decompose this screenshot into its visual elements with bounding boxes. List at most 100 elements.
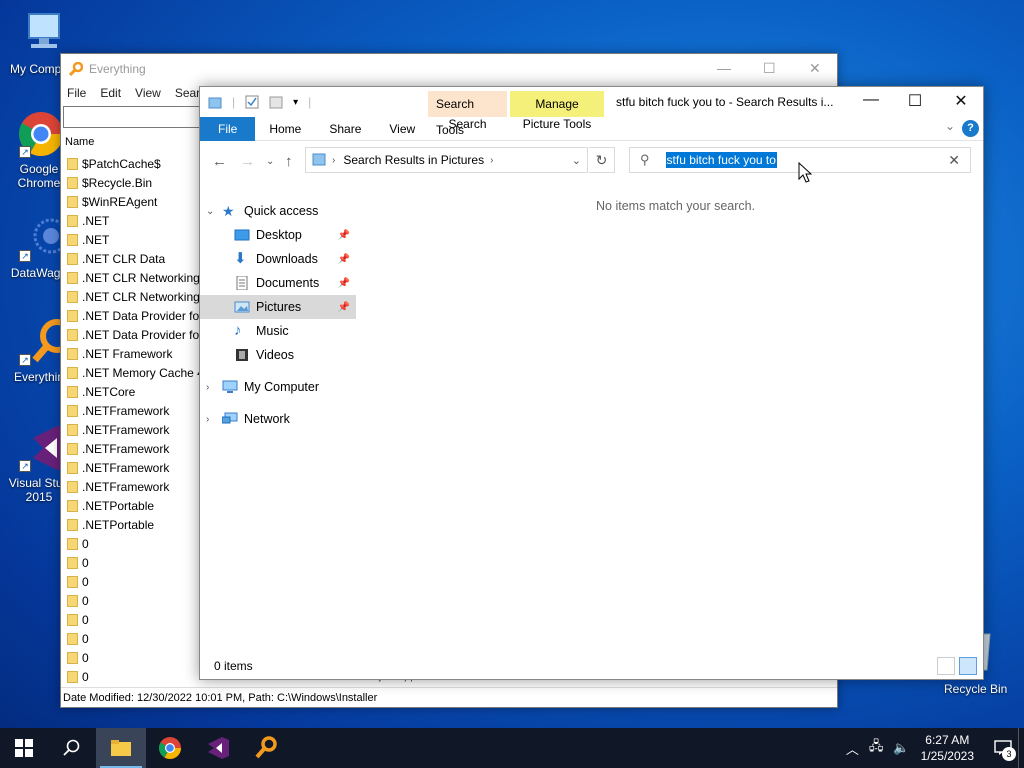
everything-search-input[interactable] [63, 106, 203, 128]
large-icons-view-icon[interactable] [959, 657, 977, 675]
list-item[interactable]: .NET Framework [67, 344, 203, 363]
forward-arrow-icon[interactable]: → [240, 153, 255, 170]
list-item[interactable]: 0 [67, 629, 203, 648]
breadcrumb-chevron-icon[interactable]: › [490, 155, 493, 166]
list-item[interactable]: .NETFramework [67, 420, 203, 439]
expand-ribbon-icon[interactable]: ⌄ [945, 119, 955, 133]
network-icon[interactable]: 🖧 [869, 737, 884, 759]
tab-file[interactable]: File [200, 116, 256, 141]
list-item[interactable]: $Recycle.Bin [67, 173, 203, 192]
new-folder-icon[interactable] [269, 95, 283, 109]
nav-music[interactable]: ♪ Music [200, 319, 356, 343]
list-item[interactable]: .NETCore [67, 382, 203, 401]
close-icon[interactable]: ✕ [809, 60, 821, 77]
search-query[interactable]: stfu bitch fuck you to [665, 152, 777, 168]
clock[interactable]: 6:27 AM 1/25/2023 [921, 732, 974, 764]
taskbar-file-explorer[interactable] [96, 728, 146, 768]
chevron-down-icon[interactable]: ⌄ [206, 206, 216, 217]
list-item[interactable]: 0 [67, 667, 203, 686]
list-item[interactable]: 0 [67, 534, 203, 553]
list-item-label: .NETFramework [82, 441, 170, 456]
nav-quick-access[interactable]: ⌄ ★ Quick access [200, 199, 356, 223]
star-icon: ★ [222, 203, 235, 219]
taskbar-search-button[interactable] [48, 728, 96, 768]
pin-icon[interactable]: 📌 [338, 302, 350, 313]
list-item-label: .NETCore [82, 384, 136, 399]
menu-file[interactable]: File [67, 86, 86, 100]
minimize-icon[interactable]: — [717, 60, 731, 76]
tab-home[interactable]: Home [255, 117, 315, 141]
nav-label: Downloads [256, 252, 318, 266]
notification-center-button[interactable]: 3 [988, 728, 1018, 768]
nav-documents[interactable]: Documents 📌 [200, 271, 356, 295]
column-header-name[interactable]: Name [65, 136, 94, 148]
tab-share[interactable]: Share [315, 117, 375, 141]
list-item[interactable]: .NET Data Provider for [67, 306, 203, 325]
list-item[interactable]: .NET [67, 211, 203, 230]
list-item[interactable]: 0 [67, 610, 203, 629]
nav-network[interactable]: › Network [200, 407, 356, 431]
list-item[interactable]: .NETFramework [67, 401, 203, 420]
folder-icon [67, 347, 78, 360]
nav-desktop[interactable]: Desktop 📌 [200, 223, 356, 247]
list-item[interactable]: 0 [67, 648, 203, 667]
list-item[interactable]: .NETPortable [67, 496, 203, 515]
list-item[interactable]: .NET Data Provider for [67, 325, 203, 344]
tab-search[interactable]: Search [428, 117, 507, 131]
list-item[interactable]: .NET CLR Networking [67, 287, 203, 306]
maximize-icon[interactable]: ☐ [763, 60, 776, 77]
show-desktop-button[interactable] [1018, 728, 1024, 768]
breadcrumb[interactable]: Search Results in Pictures [343, 153, 484, 167]
list-item[interactable]: $WinREAgent [67, 192, 203, 211]
nav-my-computer[interactable]: › My Computer [200, 375, 356, 399]
maximize-icon[interactable]: ☐ [892, 91, 938, 111]
chevron-right-icon[interactable]: › [206, 414, 216, 425]
customize-toolbar-icon[interactable]: ▾ [293, 97, 298, 108]
list-item[interactable]: .NET [67, 230, 203, 249]
list-item[interactable]: .NETFramework [67, 439, 203, 458]
list-item[interactable]: $PatchCache$ [67, 154, 203, 173]
list-item[interactable]: 0 [67, 553, 203, 572]
chevron-up-icon[interactable]: ︿ [846, 739, 859, 758]
pin-icon[interactable]: 📌 [338, 254, 350, 265]
start-button[interactable] [0, 728, 48, 768]
help-icon[interactable]: ? [962, 120, 979, 137]
address-bar[interactable]: › Search Results in Pictures › ⌄ [305, 147, 588, 173]
list-item[interactable]: .NETFramework [67, 458, 203, 477]
chevron-right-icon[interactable]: › [206, 382, 216, 393]
menu-edit[interactable]: Edit [100, 86, 121, 100]
close-icon[interactable]: ✕ [938, 91, 984, 111]
details-view-icon[interactable] [937, 657, 955, 675]
breadcrumb-chevron-icon[interactable]: › [332, 155, 335, 166]
tab-picture-tools[interactable]: Picture Tools [510, 117, 604, 131]
nav-downloads[interactable]: ⬇ Downloads 📌 [200, 247, 356, 271]
tab-view[interactable]: View [375, 117, 429, 141]
back-arrow-icon[interactable]: ← [212, 153, 227, 170]
taskbar-visual-studio[interactable] [194, 728, 242, 768]
properties-icon[interactable] [245, 95, 259, 109]
menu-view[interactable]: View [135, 86, 161, 100]
volume-icon[interactable]: 🔈 [893, 740, 909, 756]
recycle-bin-label: Recycle Bin [944, 682, 1008, 696]
refresh-icon[interactable]: ↻ [589, 147, 615, 173]
nav-videos[interactable]: Videos [200, 343, 356, 367]
recent-locations-icon[interactable]: ⌄ [266, 156, 274, 167]
taskbar-everything[interactable] [242, 728, 290, 768]
list-item[interactable]: 0 [67, 591, 203, 610]
nav-pictures[interactable]: Pictures 📌 [200, 295, 356, 319]
pin-icon[interactable]: 📌 [338, 278, 350, 289]
clear-search-icon[interactable]: ✕ [948, 152, 960, 169]
list-item[interactable]: 0 [67, 572, 203, 591]
list-item[interactable]: .NETPortable [67, 515, 203, 534]
taskbar-chrome[interactable] [146, 728, 194, 768]
list-item[interactable]: .NET CLR Data [67, 249, 203, 268]
list-item[interactable]: .NET Memory Cache 4 [67, 363, 203, 382]
folder-icon [67, 309, 78, 322]
list-item[interactable]: .NET CLR Networking [67, 268, 203, 287]
pin-icon[interactable]: 📌 [338, 230, 350, 241]
folder-icon [67, 423, 78, 436]
address-dropdown-icon[interactable]: ⌄ [572, 154, 581, 167]
minimize-icon[interactable]: — [848, 91, 894, 109]
list-item[interactable]: .NETFramework [67, 477, 203, 496]
up-arrow-icon[interactable]: ↑ [285, 153, 293, 170]
